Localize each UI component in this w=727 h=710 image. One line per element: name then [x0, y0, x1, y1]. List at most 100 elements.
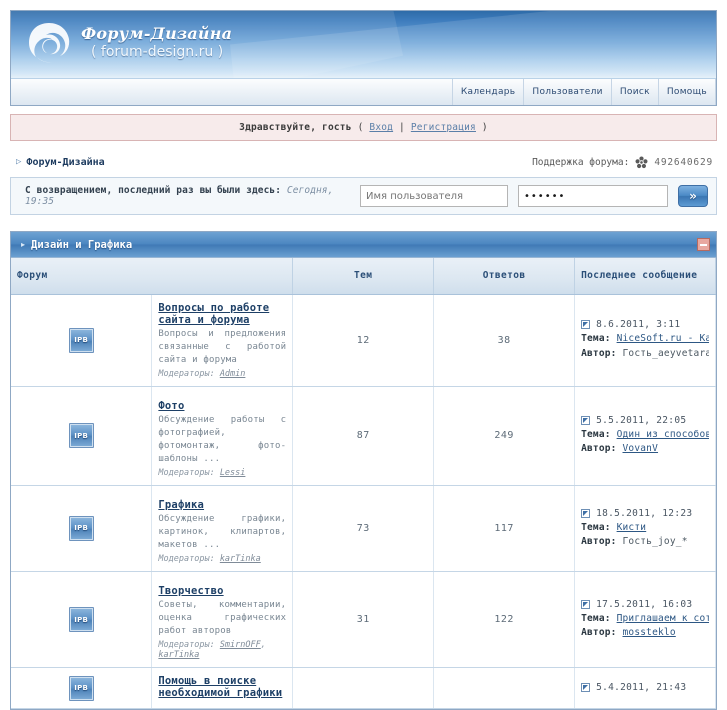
- main-nav: Календарь Пользователи Поиск Помощь: [11, 79, 716, 106]
- forum-moderators: Модераторы: karTinka: [158, 554, 286, 564]
- forum-description: Обсуждение графики, картинок, клипартов,…: [158, 513, 287, 550]
- ipb-forum-icon[interactable]: IPB: [68, 327, 94, 353]
- last-post-author-line: Автор: Гость_aeyvetara_*: [581, 347, 709, 361]
- moderators-label: Модераторы:: [158, 553, 220, 564]
- last-post-date-line: 5.5.2011, 22:05: [581, 415, 709, 426]
- forum-topics-count: 31: [292, 571, 435, 669]
- goto-last-post-icon[interactable]: [581, 415, 591, 425]
- moderators-label: Модераторы:: [158, 640, 220, 651]
- forum-topics-count: [292, 667, 435, 710]
- ipb-forum-icon[interactable]: IPB: [68, 515, 94, 541]
- last-post-topic-line: Тема: Кисти: [581, 521, 709, 535]
- last-post-date: 8.6.2011, 3:11: [596, 319, 681, 331]
- topic-label: Тема:: [581, 428, 617, 440]
- last-post-author-link: Гость_aeyvetara_*: [622, 347, 710, 359]
- login-bar: С возвращением, последний раз вы были зд…: [10, 177, 717, 215]
- password-input[interactable]: [518, 185, 668, 207]
- forum-last-post-cell: 5.4.2011, 21:43: [574, 667, 716, 710]
- forum-name-link[interactable]: Помощь в поиске необходимой графики: [158, 675, 286, 699]
- forum-table-header-row: Форум Тем Ответов Последнее сообщение: [11, 258, 716, 295]
- breadcrumb-arrow-icon: ▷: [16, 157, 22, 167]
- last-visit-text: С возвращением, последний раз вы были зд…: [25, 185, 360, 207]
- moderator-link[interactable]: Admin: [220, 369, 246, 379]
- category-title[interactable]: Дизайн и Графика: [31, 239, 697, 251]
- masthead-banner: Форум-Дизайна ( forum-design.ru ): [11, 11, 716, 79]
- login-submit-button[interactable]: »: [678, 185, 708, 207]
- last-post-date: 18.5.2011, 12:23: [596, 507, 693, 519]
- nav-item-help[interactable]: Помощь: [657, 79, 716, 105]
- goto-last-post-icon[interactable]: [581, 682, 591, 692]
- last-post-topic-link[interactable]: Приглашаем к сотрудничеству!!!...: [617, 613, 709, 624]
- last-post-author-link[interactable]: mossteklo: [623, 627, 676, 638]
- ipb-forum-icon[interactable]: IPB: [68, 675, 94, 701]
- forum-name-link[interactable]: Графика: [158, 499, 204, 511]
- breadcrumb-root-link[interactable]: Форум-Дизайна: [26, 157, 104, 168]
- greeting-separator: |: [399, 122, 405, 133]
- last-post-date-line: 18.5.2011, 12:23: [581, 508, 709, 519]
- forum-name-link[interactable]: Фото: [158, 400, 184, 412]
- moderators-label: Модераторы:: [158, 467, 220, 478]
- author-label: Автор:: [581, 443, 623, 455]
- breadcrumb-row: ▷ Форум-Дизайна Поддержка форума: 492640…: [10, 153, 717, 171]
- moderator-link[interactable]: Lessi: [220, 468, 246, 478]
- nav-item-members[interactable]: Пользователи: [523, 79, 610, 105]
- login-link[interactable]: Вход: [369, 122, 393, 133]
- forum-replies-count: [433, 667, 576, 710]
- last-visit-label: С возвращением, последний раз вы были зд…: [25, 185, 282, 196]
- goto-last-post-icon[interactable]: [581, 320, 591, 330]
- nav-item-search[interactable]: Поиск: [610, 79, 658, 105]
- register-link[interactable]: Регистрация: [411, 122, 476, 133]
- greeting-text: Здравствуйте, гость: [239, 122, 352, 133]
- forum-row: IPB Творчество Советы, комментарии, оценка…: [11, 571, 716, 669]
- topic-label: Тема:: [581, 521, 617, 533]
- topic-label: Тема:: [581, 333, 617, 345]
- logo-area[interactable]: Форум-Дизайна ( forum-design.ru ): [25, 19, 232, 67]
- column-header-last-post: Последнее сообщение: [574, 258, 716, 295]
- forum-status-icon-cell: IPB: [11, 485, 153, 572]
- site-name: Форум-Дизайна: [81, 24, 233, 44]
- spiral-logo-icon: [25, 19, 73, 67]
- last-post-topic-link[interactable]: NiceSoft.ru - Как добавить нов...: [617, 333, 709, 344]
- goto-last-post-icon[interactable]: [581, 599, 591, 609]
- last-post-author-line: Автор: mossteklo: [581, 626, 709, 640]
- last-post-date-line: 5.4.2011, 21:43: [581, 682, 709, 693]
- last-post-author-link: Гость_joy_*: [622, 535, 688, 547]
- moderator-link[interactable]: karTinka: [158, 650, 199, 660]
- last-post-topic-link[interactable]: Один из способов заработать на...: [617, 429, 709, 440]
- category-expand-arrow-icon: ▸: [21, 240, 26, 249]
- nav-item-calendar[interactable]: Календарь: [451, 79, 524, 105]
- last-post-author-line: Автор: VovanV: [581, 442, 709, 456]
- last-post-date: 17.5.2011, 16:03: [596, 598, 693, 610]
- forum-table: Форум Тем Ответов Последнее сообщение IP…: [11, 258, 716, 710]
- last-post-date-line: 8.6.2011, 3:11: [581, 319, 709, 330]
- last-post-author-line: Автор: Гость_joy_*: [581, 535, 709, 549]
- username-input[interactable]: [360, 185, 508, 207]
- column-header-topics: Тем: [292, 258, 435, 295]
- last-post-author-link[interactable]: VovanV: [623, 443, 659, 454]
- support-number: 492640629: [654, 156, 713, 168]
- qq-flower-icon[interactable]: [635, 156, 648, 169]
- moderator-link[interactable]: SmirnOFF: [220, 640, 261, 650]
- last-post-topic-link[interactable]: Кисти: [617, 522, 647, 533]
- goto-last-post-icon[interactable]: [581, 508, 591, 518]
- ipb-forum-icon[interactable]: IPB: [68, 607, 94, 633]
- support-label: Поддержка форума:: [532, 156, 630, 168]
- forum-status-icon-cell: IPB: [11, 571, 153, 669]
- author-label: Автор:: [581, 347, 623, 359]
- support-info: Поддержка форума: 492640629: [532, 156, 713, 169]
- forum-name-link[interactable]: Творчество: [158, 585, 223, 597]
- forum-moderators: Модераторы: Lessi: [158, 468, 286, 478]
- forum-name-link[interactable]: Вопросы по работе сайта и форума: [158, 302, 286, 326]
- ipb-forum-icon[interactable]: IPB: [68, 423, 94, 449]
- greeting-close-paren: ): [481, 122, 488, 133]
- moderators-label: Модераторы:: [158, 368, 220, 379]
- forum-replies-count: 249: [433, 386, 576, 486]
- forum-info-cell: Помощь в поиске необходимой графики: [151, 667, 294, 710]
- forum-last-post-cell: 17.5.2011, 16:03 Тема: Приглашаем к сотру…: [574, 571, 716, 669]
- forum-description: Советы, комментарии, оценка графических …: [158, 599, 287, 637]
- forum-description: Вопросы и предложения связанные с работо…: [158, 328, 287, 365]
- forum-last-post-cell: 5.5.2011, 22:05 Тема: Один из способов за…: [574, 386, 716, 486]
- forum-replies-count: 38: [433, 294, 576, 387]
- collapse-minus-icon[interactable]: [697, 238, 710, 251]
- moderator-link[interactable]: karTinka: [220, 554, 261, 564]
